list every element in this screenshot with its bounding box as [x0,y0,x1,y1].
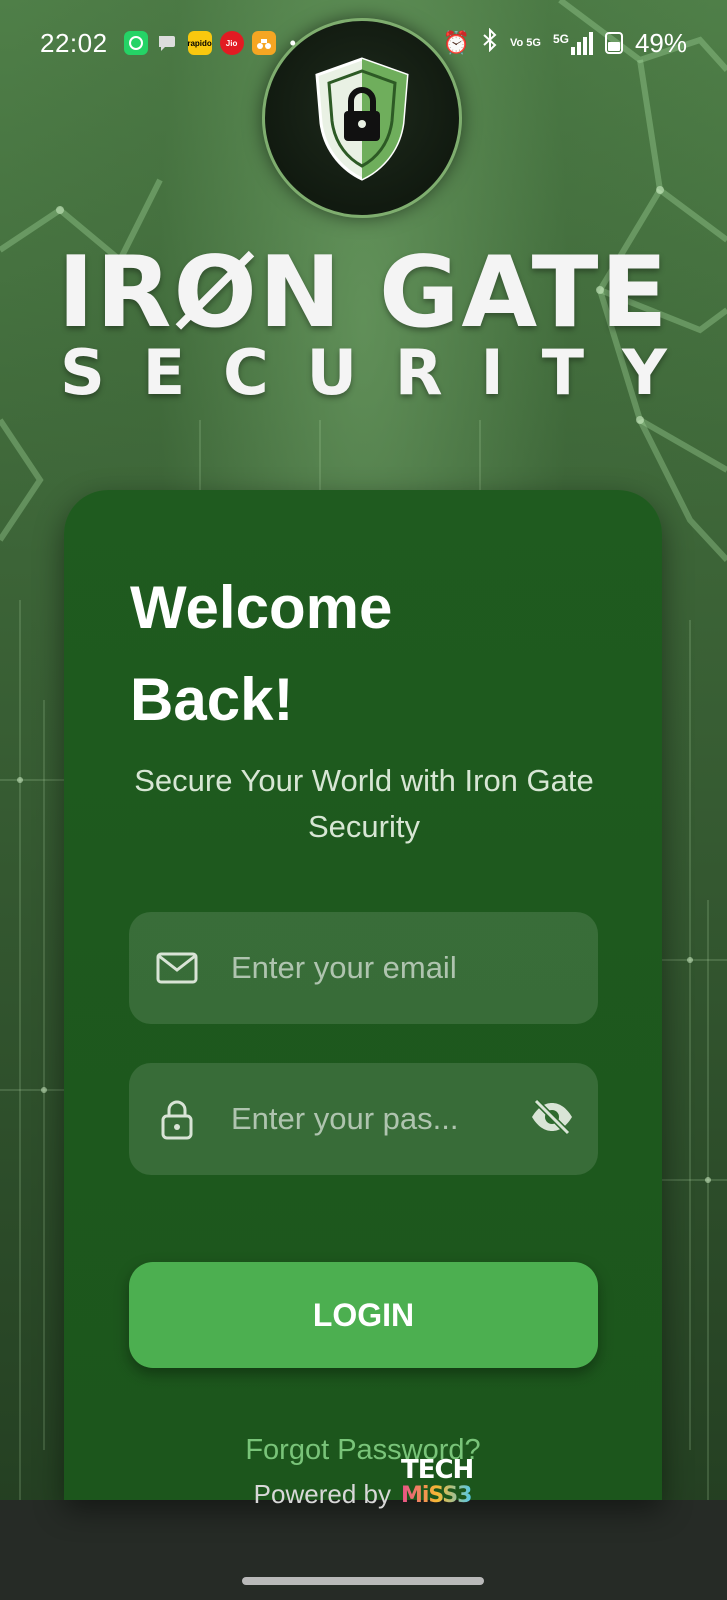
whatsapp-icon [123,31,148,55]
signal-icon: 5G [553,31,593,55]
powered-by-text: Powered by [253,1479,391,1509]
welcome-heading: Welcome Back! [130,574,393,733]
powered-by: Powered by TECH MiSS3 [0,1455,727,1510]
visibility-off-icon[interactable] [530,1097,574,1142]
techmiss-logo: TECH MiSS3 [400,1454,474,1508]
password-input[interactable] [231,1101,491,1137]
system-icons: ⏰ Vo 5G 5G 49% [443,28,687,59]
status-bar: 22:02 rapido Jio • ⏰ Vo 5G 5G 49% [0,0,727,86]
mail-icon [155,946,199,990]
alarm-icon: ⏰ [442,30,470,55]
bluetooth-icon [482,27,498,58]
battery-percent: 49% [634,27,687,58]
battery-icon [604,32,623,54]
brand-title: IRØN GATE [57,236,670,350]
brand-subtitle: SECURITY [60,336,705,409]
jio-icon: Jio [219,31,244,55]
email-input[interactable] [231,950,491,986]
chat-icon [156,31,180,55]
scooter-icon [251,31,276,55]
volte-label: Vo 5G [509,36,541,49]
password-field[interactable] [129,1063,598,1175]
lock-icon [155,1097,199,1141]
email-field[interactable] [129,912,598,1024]
notification-icons: rapido Jio • [123,31,296,55]
home-indicator[interactable] [242,1577,484,1585]
tagline: Secure Your World with Iron Gate Securit… [134,763,594,844]
rapido-icon: rapido [187,31,212,55]
footer-bar [0,1500,727,1600]
login-button[interactable]: LOGIN [129,1262,598,1368]
more-notifications-dot: • [289,32,296,53]
login-card: Welcome Back! Secure Your World with Iro… [64,490,662,1500]
status-time: 22:02 [40,27,108,58]
